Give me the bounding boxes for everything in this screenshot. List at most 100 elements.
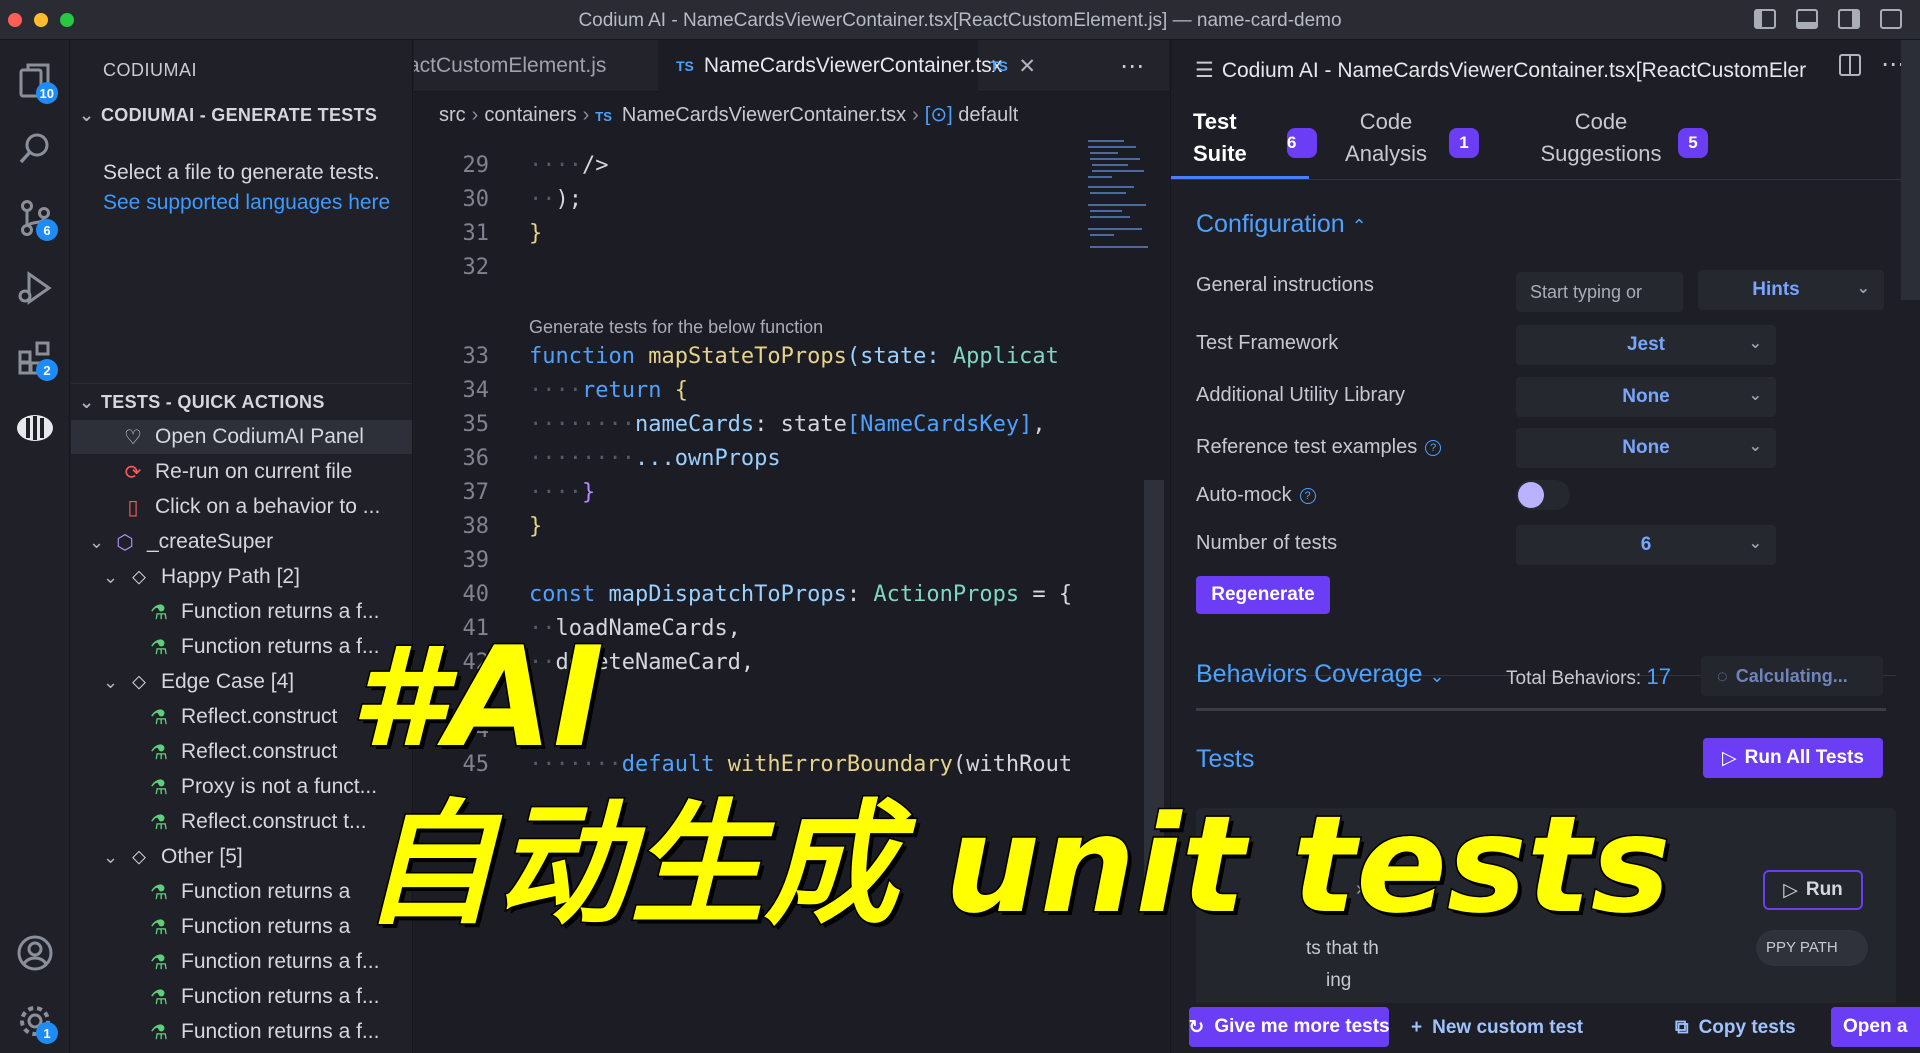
- line-number: 39: [462, 548, 490, 573]
- tree-item-test[interactable]: ⚗ Function returns a f...: [71, 1015, 412, 1049]
- split-editor-icon[interactable]: [1839, 54, 1861, 76]
- utility-library-select[interactable]: None ⌄: [1516, 377, 1776, 417]
- breadcrumb-file[interactable]: NameCardsViewerContainer.tsx: [622, 104, 906, 126]
- tag-icon: ⬦: [132, 845, 146, 868]
- test-suite-count: 6: [1287, 128, 1317, 158]
- configuration-toggle[interactable]: Configuration ⌃: [1196, 210, 1367, 239]
- overlay-hashtag: #AI: [348, 617, 605, 778]
- code-line[interactable]: ····}: [529, 480, 595, 505]
- give-more-tests-button[interactable]: ↻ Give me more tests: [1188, 1007, 1390, 1047]
- hints-dropdown[interactable]: Hints ⌄: [1698, 270, 1884, 310]
- rerun-current-file-item[interactable]: ⟳ Re-run on current file: [71, 455, 412, 489]
- copy-tests-button[interactable]: ⧉ Copy tests: [1675, 1017, 1796, 1039]
- toggle-panel-icon[interactable]: [1796, 9, 1818, 29]
- tab-ts-overflow[interactable]: TS: [990, 40, 1050, 92]
- codiumai-icon[interactable]: [12, 405, 58, 451]
- click-behavior-item[interactable]: ▯ Click on a behavior to ...: [71, 490, 412, 524]
- run-debug-icon[interactable]: [12, 265, 58, 311]
- chevron-down-icon: ⌄: [79, 105, 95, 125]
- code-line[interactable]: }: [529, 514, 542, 539]
- flask-icon: ⚗: [150, 741, 168, 764]
- code-line[interactable]: ········nameCards: state[NameCardsKey],: [529, 412, 1046, 437]
- typescript-icon: TS: [595, 109, 612, 124]
- customize-layout-icon[interactable]: [1880, 9, 1902, 29]
- copy-icon: ⧉: [1675, 1017, 1689, 1038]
- generate-tests-section[interactable]: ⌄ CODIUMAI - GENERATE TESTS: [79, 105, 377, 126]
- explorer-icon[interactable]: 10: [12, 58, 58, 104]
- code-line[interactable]: const mapDispatchToProps: ActionProps = …: [529, 582, 1072, 607]
- code-line[interactable]: function mapStateToProps(state: Applicat: [529, 344, 1059, 369]
- code-line[interactable]: ····return {: [529, 378, 688, 403]
- panel-scrollbar[interactable]: [1901, 40, 1920, 300]
- tree-item-happy-path[interactable]: ⌄ ⬦ Happy Path [2]: [71, 560, 412, 594]
- typescript-icon: TS: [676, 58, 694, 74]
- extensions-badge: 2: [36, 359, 58, 381]
- tab-code-suggestions[interactable]: Code Suggestions 5: [1536, 106, 1708, 218]
- open-codiumai-panel-item[interactable]: ♡ Open CodiumAI Panel: [71, 420, 412, 454]
- tab-test-suite[interactable]: Test Suite 6: [1193, 106, 1317, 218]
- tab-name-cards-viewer[interactable]: TS NameCardsViewerContainer.tsx ✕: [658, 40, 1036, 92]
- run-test-button[interactable]: ▷ Run: [1763, 870, 1863, 910]
- code-line[interactable]: ········...ownProps: [529, 446, 781, 471]
- tree-item-test[interactable]: ⚗ Function returns a f...: [71, 945, 412, 979]
- auto-mock-toggle[interactable]: [1516, 480, 1570, 510]
- tests-title: Tests: [1196, 745, 1255, 773]
- line-number: 32: [462, 255, 490, 280]
- minimap[interactable]: [1084, 135, 1154, 295]
- run-all-tests-button[interactable]: ▷ Run All Tests: [1703, 738, 1883, 778]
- new-custom-test-button[interactable]: + New custom test: [1411, 1017, 1583, 1039]
- line-number: 29: [462, 153, 490, 178]
- tree-item-test[interactable]: ⚗ Function returns a f...: [71, 980, 412, 1014]
- tree-item-createsuper[interactable]: ⌄ ⬡ _createSuper: [71, 525, 412, 559]
- code-line[interactable]: ·······default withErrorBoundary(withRou…: [529, 752, 1072, 777]
- symbol-icon: [⊙]: [924, 104, 953, 126]
- open-button[interactable]: Open a: [1831, 1007, 1920, 1047]
- settings-badge: 1: [36, 1022, 58, 1044]
- line-number: 40: [462, 582, 490, 607]
- source-control-icon[interactable]: 6: [12, 195, 58, 241]
- code-line[interactable]: ····/>: [529, 153, 608, 178]
- chevron-down-icon: ⌄: [1748, 438, 1762, 455]
- extensions-icon[interactable]: 2: [12, 335, 58, 381]
- tab-code-analysis[interactable]: Code Analysis 1: [1331, 106, 1479, 218]
- flask-icon: ⚗: [150, 951, 168, 974]
- help-icon[interactable]: ?: [1299, 487, 1316, 504]
- search-icon[interactable]: [12, 125, 58, 171]
- supported-languages-link[interactable]: See supported languages here: [103, 191, 390, 214]
- heart-icon: ♡: [124, 426, 142, 449]
- title-bar: Codium AI - NameCardsViewerContainer.tsx…: [0, 0, 1920, 40]
- generate-description: Select a file to generate tests. See sup…: [103, 161, 391, 214]
- breadcrumb-symbol[interactable]: default: [958, 104, 1018, 126]
- general-instructions-input[interactable]: Start typing or: [1516, 272, 1683, 312]
- breadcrumb-src[interactable]: src: [439, 104, 466, 126]
- flask-icon: ⚗: [150, 811, 168, 834]
- toggle-sidebar-icon[interactable]: [1754, 9, 1776, 29]
- chevron-down-icon: ⌄: [1856, 280, 1870, 297]
- help-icon[interactable]: ?: [1425, 439, 1442, 456]
- chevron-down-icon: ⌄: [79, 392, 95, 412]
- chevron-up-icon: ⌃: [1351, 216, 1367, 236]
- flask-icon: ⚗: [150, 706, 168, 729]
- chevron-down-icon: ⌄: [1748, 335, 1762, 352]
- breadcrumb-containers[interactable]: containers: [484, 104, 576, 126]
- spinner-icon: ◌: [1717, 666, 1728, 686]
- reference-examples-select[interactable]: None ⌄: [1516, 428, 1776, 468]
- account-icon[interactable]: [12, 930, 58, 976]
- test-framework-select[interactable]: Jest ⌄: [1516, 325, 1776, 365]
- codelens-generate-tests[interactable]: Generate tests for the below function: [529, 317, 823, 338]
- behaviors-coverage-toggle[interactable]: Behaviors Coverage ⌄: [1196, 660, 1445, 689]
- toggle-secondary-sidebar-icon[interactable]: [1838, 9, 1860, 29]
- settings-gear-icon[interactable]: 1: [12, 998, 58, 1044]
- code-line[interactable]: ··);: [529, 187, 582, 212]
- number-of-tests-select[interactable]: 6 ⌄: [1516, 525, 1776, 565]
- quick-actions-section[interactable]: ⌄ TESTS - QUICK ACTIONS: [79, 392, 325, 413]
- code-analysis-count: 1: [1449, 128, 1479, 158]
- line-number: 38: [462, 514, 490, 539]
- more-actions-icon[interactable]: ⋯: [1120, 40, 1160, 92]
- code-line[interactable]: }: [529, 221, 542, 246]
- regenerate-button[interactable]: Regenerate: [1196, 576, 1330, 614]
- flask-icon: ⚗: [150, 986, 168, 1009]
- test-framework-label: Test Framework: [1196, 332, 1339, 354]
- plus-icon: +: [1411, 1017, 1423, 1038]
- tab-react-custom-element[interactable]: actCustomElement.js: [414, 40, 658, 92]
